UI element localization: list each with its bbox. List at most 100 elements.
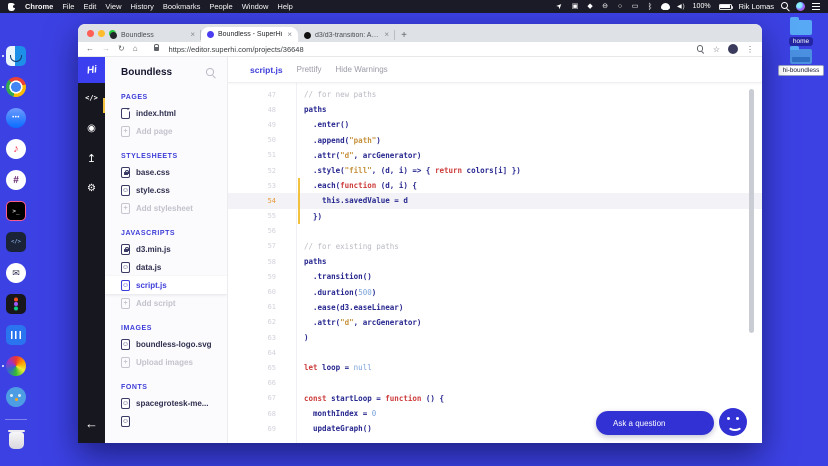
code-line: 54 this.savedValue = d (228, 193, 762, 209)
back-button[interactable]: ← (86, 45, 94, 53)
display-icon[interactable] (631, 2, 639, 12)
preview-eye-icon[interactable] (78, 113, 105, 143)
sidebar-item-upload-images[interactable]: Upload images (105, 353, 227, 371)
do-not-disturb-icon[interactable] (601, 2, 609, 12)
open-file-tab[interactable]: script.js (250, 65, 283, 75)
sidebar-item-d3-min-js[interactable]: d3.min.js (105, 240, 227, 258)
dock-photos-icon[interactable] (6, 356, 26, 376)
dock-chrome-icon[interactable] (6, 77, 26, 97)
sidebar-item-item[interactable] (105, 412, 227, 430)
dock-terminal-icon[interactable] (6, 201, 26, 221)
menu-item-file[interactable]: File (62, 2, 74, 11)
dock-trash-icon[interactable] (7, 430, 25, 449)
code-topbar: script.js Prettify Hide Warnings (228, 57, 762, 83)
lock-file-icon (121, 166, 130, 178)
sidebar-item-boundless-logo-svg[interactable]: boundless-logo.svg (105, 335, 227, 353)
settings-gear-icon[interactable] (78, 173, 105, 203)
tab-close-icon[interactable]: × (190, 31, 195, 39)
shield-icon[interactable] (586, 2, 594, 12)
back-arrow-icon[interactable]: ← (78, 416, 105, 431)
spotlight-search-icon[interactable] (781, 2, 789, 11)
reload-button[interactable]: ↻ (118, 45, 125, 53)
sidebar-item-add-page[interactable]: Add page (105, 122, 227, 140)
menu-item-people[interactable]: People (209, 2, 232, 11)
sidebar-item-add-script[interactable]: Add script (105, 294, 227, 312)
dock-twitterrific-icon[interactable] (6, 387, 26, 407)
volume-icon[interactable] (677, 2, 686, 12)
file-label: boundless-logo.svg (136, 339, 212, 349)
https-lock-icon[interactable] (153, 44, 160, 51)
close-window-button[interactable] (87, 30, 94, 37)
menubar-username[interactable]: Rik Lomas (739, 2, 774, 11)
menu-item-help[interactable]: Help (277, 2, 292, 11)
wifi-icon[interactable] (661, 3, 671, 10)
code-pane: script.js Prettify Hide Warnings 47 // fo… (228, 57, 762, 443)
tab-close-icon[interactable]: × (287, 30, 292, 39)
browser-window: Boundless × Boundless - SuperHi × d3/d3-tran… (78, 24, 762, 443)
dock-intercom-icon[interactable] (6, 325, 26, 345)
menu-item-window[interactable]: Window (242, 2, 269, 11)
menu-item-chrome[interactable]: Chrome (25, 2, 53, 11)
superhi-logo[interactable]: Hi (78, 57, 105, 83)
dock-finder-icon[interactable] (6, 46, 26, 66)
browser-tab-boundless-superhi[interactable]: Boundless - SuperHi × (201, 27, 298, 42)
desktop-icon-home[interactable]: home (779, 17, 823, 46)
dock-dev-app-icon[interactable] (6, 232, 26, 252)
line-text: .append("path") (304, 135, 381, 145)
dock-separator (5, 419, 27, 420)
browser-menu-icon[interactable]: ⋮ (746, 45, 754, 54)
desktop-icon-hi-boundless[interactable]: hi-boundless (778, 46, 824, 75)
menu-item-bookmarks[interactable]: Bookmarks (163, 2, 201, 11)
bookmark-star-icon[interactable]: ☆ (713, 45, 720, 54)
hide-warnings-button[interactable]: Hide Warnings (336, 65, 388, 74)
new-tab-button[interactable]: + (397, 28, 411, 42)
tab-close-icon[interactable]: × (384, 31, 389, 39)
apple-menu-icon[interactable] (8, 2, 16, 11)
sidebar-item-index-html[interactable]: index.html (105, 104, 227, 122)
notification-center-icon[interactable] (812, 3, 820, 10)
browser-tab-boundless[interactable]: Boundless × (104, 28, 201, 42)
code-icon[interactable] (78, 83, 105, 113)
code-line: 47 // for new paths (228, 87, 762, 102)
dock-mail-icon[interactable] (6, 263, 26, 283)
dock-messages-icon[interactable] (6, 108, 26, 128)
help-smiley-button[interactable] (719, 408, 747, 436)
sidebar-item-style-css[interactable]: style.css (105, 181, 227, 199)
line-number: 58 (267, 257, 276, 266)
search-icon[interactable] (206, 68, 215, 77)
code-line: 61 .ease(d3.easeLinear) (228, 300, 762, 315)
sidebar-item-data-js[interactable]: data.js (105, 258, 227, 276)
code-line: 57 // for existing paths (228, 239, 762, 254)
menu-item-edit[interactable]: Edit (83, 2, 96, 11)
code-editor[interactable]: 47// for new paths 48 paths 49 .enter() 50 .… (228, 83, 762, 443)
dock-music-icon[interactable] (6, 139, 26, 159)
menu-item-history[interactable]: History (131, 2, 154, 11)
prettify-button[interactable]: Prettify (297, 65, 322, 74)
siri-icon[interactable] (796, 2, 805, 11)
code-scrollbar[interactable] (749, 89, 754, 333)
macos-menubar: Chrome File Edit View History Bookmarks People… (0, 0, 828, 13)
address-input[interactable]: https://editor.superhi.com/projects/3664… (169, 45, 689, 54)
sidebar-item-add-stylesheet[interactable]: Add stylesheet (105, 199, 227, 217)
status-circle-icon[interactable] (616, 2, 624, 12)
iconbar-icons (78, 83, 105, 203)
home-button[interactable]: ⌂ (133, 45, 138, 53)
location-arrow-icon[interactable] (556, 2, 564, 12)
sidebar-item-base-css[interactable]: base.css (105, 163, 227, 181)
browser-tab-d3-d3-transition-animated-tr[interactable]: d3/d3-transition: Animated tr… × (298, 28, 395, 42)
line-number: 64 (267, 348, 276, 357)
sidebar-item-script-js[interactable]: script.js (105, 276, 227, 294)
screen-mirroring-icon[interactable] (571, 2, 579, 12)
menu-item-view[interactable]: View (105, 2, 121, 11)
file-label: spacegrotesk-me... (136, 398, 209, 408)
profile-avatar[interactable] (728, 44, 738, 54)
forward-button[interactable]: → (102, 45, 110, 53)
zoom-page-icon[interactable] (696, 45, 705, 53)
bluetooth-icon[interactable] (646, 2, 654, 12)
dock-slack-icon[interactable] (6, 170, 26, 190)
ask-question-button[interactable]: Ask a question (596, 411, 714, 435)
share-icon[interactable] (78, 143, 105, 173)
folder-icon (790, 46, 812, 64)
sidebar-item-spacegrotesk-me[interactable]: spacegrotesk-me... (105, 394, 227, 412)
dock-figma-icon[interactable] (6, 294, 26, 314)
